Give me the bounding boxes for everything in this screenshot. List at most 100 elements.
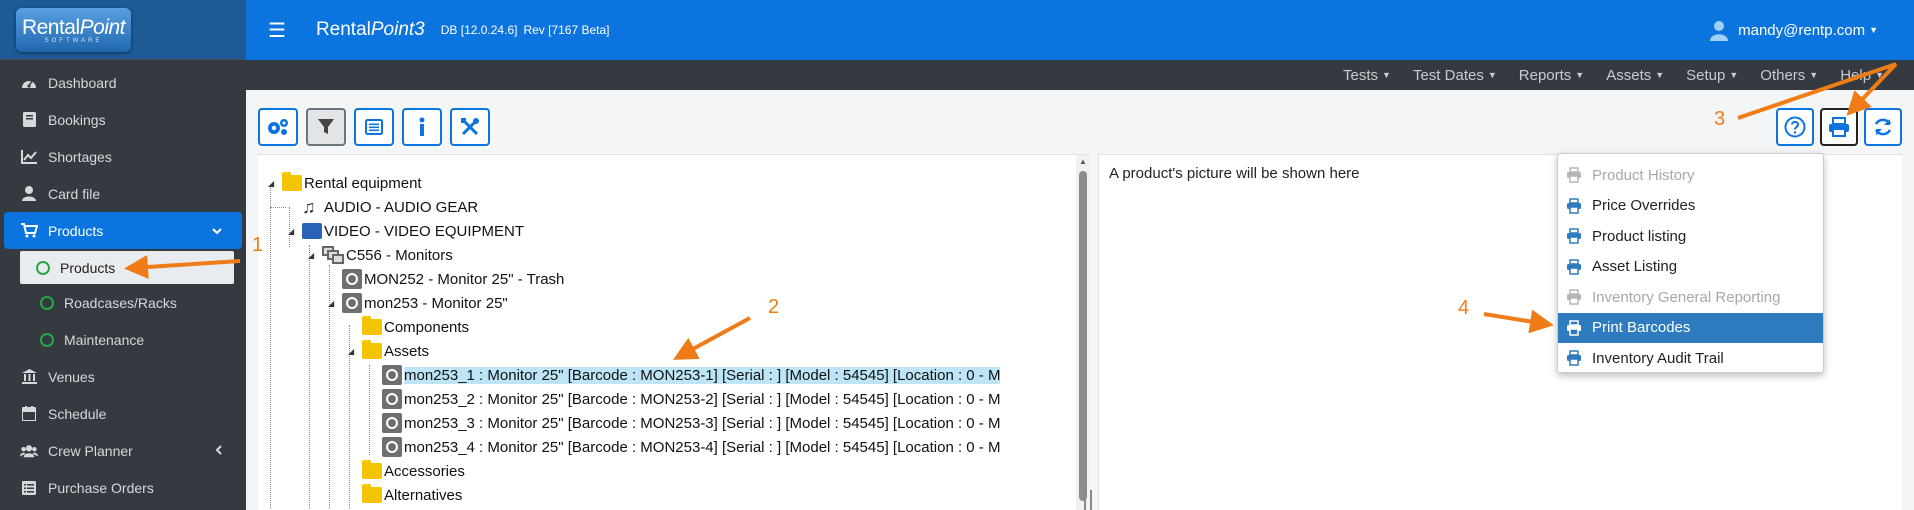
info-icon [419, 117, 425, 136]
menu-reports[interactable]: Reports ▼ [1519, 67, 1584, 84]
annotation-number-4: 4 [1458, 297, 1470, 319]
user-icon [20, 186, 38, 202]
product-icon [342, 293, 362, 313]
caret-down-icon: ▼ [1875, 70, 1884, 80]
sidebar-item-shortages[interactable]: Shortages [0, 138, 246, 175]
sidebar-item-bookings[interactable]: Bookings [0, 101, 246, 138]
tree-node[interactable]: mon253_3 : Monitor 25" [Barcode : MON253… [368, 411, 1000, 435]
user-email: mandy@rentp.com [1738, 21, 1866, 39]
menu-others[interactable]: Others ▼ [1760, 67, 1818, 84]
hamburger-menu-icon[interactable]: ☰ [268, 18, 286, 43]
menu-item-product-history[interactable]: Product History [1558, 160, 1823, 191]
sidebar-nav: Dashboard Bookings Shortages Card file P… [0, 60, 246, 506]
settings-button[interactable] [258, 108, 298, 146]
caret-down-icon: ▼ [1575, 70, 1585, 80]
logo-text: Rental [21, 15, 80, 39]
tree-node[interactable]: ◢ VIDEO - VIDEO EQUIPMENT [288, 219, 524, 243]
sidebar-item-label: Venues [48, 368, 95, 385]
tree-node[interactable]: ◢ Rental equipment [268, 171, 422, 195]
sidebar-subitem-products[interactable]: Products [20, 251, 234, 284]
sidebar: RentalPoint SOFTWARE Dashboard Bookings … [0, 0, 246, 510]
print-button[interactable] [1820, 108, 1858, 146]
tree-node-label: mon253_2 : Monitor 25" [Barcode : MON253… [404, 390, 1001, 408]
menu-label: Tests [1343, 66, 1379, 84]
sidebar-item-products[interactable]: Products [4, 212, 242, 249]
tree-node-label: C556 - Monitors [346, 246, 453, 264]
revision-info: Rev [7167 Beta] [523, 23, 610, 37]
tree-node[interactable]: ◢ C556 - Monitors [308, 243, 453, 267]
list-view-button[interactable] [354, 108, 394, 146]
sidebar-item-card-file[interactable]: Card file [0, 175, 246, 212]
right-toolbar [1776, 108, 1902, 146]
circle-icon [40, 295, 54, 310]
scroll-up-icon[interactable]: ▲ [1079, 157, 1087, 166]
filter-button[interactable] [306, 108, 346, 146]
sidebar-item-venues[interactable]: Venues [0, 358, 246, 395]
tree-node-label: mon253_1 : Monitor 25" [Barcode : MON253… [404, 366, 1001, 384]
tree-node-label: mon253_4 : Monitor 25" [Barcode : MON253… [404, 438, 1001, 456]
circle-icon [40, 332, 54, 347]
tools-button[interactable] [450, 108, 490, 146]
menu-setup[interactable]: Setup ▼ [1686, 67, 1738, 84]
tree-node-label: MON252 - Monitor 25" - Trash [364, 270, 565, 288]
filter-icon [318, 119, 334, 134]
menu-item-print-barcodes[interactable]: Print Barcodes [1558, 312, 1823, 343]
sidebar-item-label: Purchase Orders [48, 479, 154, 496]
tree-scrollbar[interactable]: ▲ [1076, 155, 1090, 510]
tree-node[interactable]: ♫ AUDIO - AUDIO GEAR [270, 195, 478, 219]
menu-item-label: Inventory General Reporting [1592, 288, 1781, 306]
tree-node[interactable]: Alternatives [348, 483, 462, 507]
tree-node[interactable]: ◢ Assets [348, 339, 429, 363]
menu-item-inventory-audit-trail[interactable]: Inventory Audit Trail [1558, 343, 1823, 374]
annotation-number-2: 2 [768, 296, 780, 318]
sidebar-item-schedule[interactable]: Schedule [0, 395, 246, 432]
menu-label: Setup [1686, 66, 1726, 84]
panel-resize-handle[interactable] [1084, 490, 1092, 510]
folder-icon [362, 484, 382, 503]
main-menu-bar: Tests ▼ Test Dates ▼ Reports ▼ Assets ▼ Setu… [246, 60, 1914, 90]
list-icon [20, 480, 38, 496]
printer-icon [1567, 289, 1581, 305]
menu-tests[interactable]: Tests ▼ [1343, 67, 1391, 84]
menu-test-dates[interactable]: Test Dates ▼ [1413, 67, 1497, 84]
chevron-left-icon [215, 444, 222, 458]
tree-node[interactable]: mon253_2 : Monitor 25" [Barcode : MON253… [368, 387, 1000, 411]
sidebar-item-label: Products [48, 222, 104, 239]
video-icon [302, 223, 322, 239]
sidebar-item-crew-planner[interactable]: Crew Planner [0, 432, 246, 469]
tree-node-label: VIDEO - VIDEO EQUIPMENT [324, 222, 525, 240]
tree-node-label: Components [384, 318, 470, 336]
sidebar-item-dashboard[interactable]: Dashboard [0, 64, 246, 101]
tree-node[interactable]: Accessories [348, 459, 465, 483]
menu-item-asset-listing[interactable]: Asset Listing [1558, 252, 1823, 283]
menu-item-product-listing[interactable]: Product listing [1558, 221, 1823, 252]
annotation-number-3: 3 [1714, 108, 1726, 130]
asset-icon [382, 437, 402, 457]
logo[interactable]: RentalPoint SOFTWARE [16, 7, 131, 52]
menu-assets[interactable]: Assets ▼ [1606, 67, 1664, 84]
menu-label: Others [1760, 66, 1806, 84]
tree-node-label: Assets [384, 342, 430, 360]
sidebar-subitem-roadcases[interactable]: Roadcases/Racks [0, 284, 246, 321]
menu-item-price-overrides[interactable]: Price Overrides [1558, 191, 1823, 222]
tree-node[interactable]: ◢ mon253 - Monitor 25" [328, 291, 508, 315]
sidebar-item-purchase-orders[interactable]: Purchase Orders [0, 469, 246, 506]
help-button[interactable] [1776, 108, 1814, 146]
sidebar-subitem-maintenance[interactable]: Maintenance [0, 321, 246, 358]
menu-label: Help [1840, 66, 1872, 84]
user-menu[interactable]: mandy@rentp.com ▼ [1708, 19, 1878, 41]
tree-node[interactable]: MON252 - Monitor 25" - Trash [328, 267, 564, 291]
menu-item-label: Inventory Audit Trail [1592, 349, 1724, 367]
info-button[interactable] [402, 108, 442, 146]
tree-node[interactable]: mon253_4 : Monitor 25" [Barcode : MON253… [368, 435, 1000, 459]
menu-help[interactable]: Help ▼ [1840, 67, 1884, 84]
refresh-button[interactable] [1864, 108, 1902, 146]
tree-node-selected[interactable]: mon253_1 : Monitor 25" [Barcode : MON253… [368, 363, 1001, 387]
asset-icon [382, 413, 402, 433]
menu-item-inventory-general-reporting[interactable]: Inventory General Reporting [1558, 282, 1823, 313]
tree-node-label: Rental equipment [304, 174, 422, 192]
top-header: ☰ RentalPoint3 DB [12.0.24.6] Rev [7167 … [246, 0, 1914, 60]
tree-node[interactable]: Components [348, 315, 469, 339]
scrollbar-thumb[interactable] [1079, 171, 1087, 501]
product-tree-panel[interactable]: ◢ Rental equipment ♫ AUDIO - AUDIO GEAR … [258, 154, 1090, 510]
